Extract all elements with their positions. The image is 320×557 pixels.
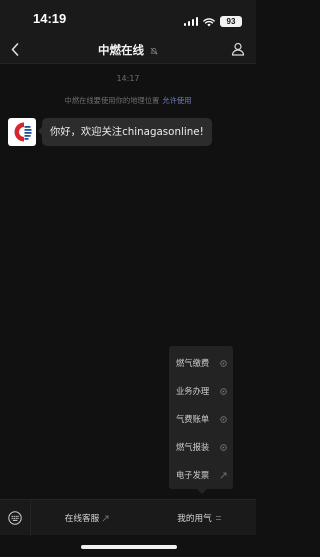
location-notice: 中燃在线要使用你的地理位置 允许使用 (0, 96, 256, 106)
menu-tab-online-service[interactable]: 在线客服 (31, 500, 143, 536)
keyboard-toggle-button[interactable] (7, 510, 23, 526)
profile-icon (231, 42, 245, 56)
message-row: 你好，欢迎关注chinagasonline! (8, 118, 212, 146)
menu-tab-label: 在线客服 (64, 514, 100, 524)
page-title-group: 中燃在线 (0, 42, 256, 58)
bottom-menu-bar: 在线客服 我的用气 (0, 499, 256, 536)
mini-program-icon (220, 443, 227, 451)
mini-program-icon (220, 359, 227, 367)
submenu-item-label: 燃气报装 (176, 442, 210, 452)
profile-button[interactable] (229, 40, 247, 58)
menu-tab-my-gas[interactable]: 我的用气 (143, 500, 256, 536)
signal-icon (183, 17, 198, 26)
location-notice-text: 中燃在线要使用你的地理位置 (64, 96, 160, 105)
mute-bell-icon (150, 47, 158, 55)
submenu-item-gas-bill[interactable]: 气费账单 (169, 405, 233, 433)
nav-bar: 中燃在线 (0, 34, 256, 64)
battery-icon: 93 (220, 16, 242, 27)
message-timestamp: 14:17 (116, 74, 140, 83)
wifi-icon (203, 12, 215, 31)
mini-program-icon (220, 387, 227, 395)
status-time: 14:19 (33, 11, 67, 26)
allow-location-link[interactable]: 允许使用 (162, 96, 191, 105)
submenu-item-label: 业务办理 (176, 386, 210, 396)
keyboard-icon (8, 511, 22, 525)
page-title: 中燃在线 (97, 43, 144, 57)
submenu-popup: 燃气缴费 业务办理 气费账单 燃气报装 电子发票 (169, 346, 233, 494)
china-gas-logo (14, 122, 32, 142)
link-icon (102, 515, 109, 521)
submenu-item-label: 电子发票 (176, 470, 210, 480)
menu-tab-label: 我的用气 (177, 514, 212, 524)
submenu-item-gas-payment[interactable]: 燃气缴费 (169, 349, 233, 377)
submenu-item-label: 燃气缴费 (176, 358, 210, 368)
home-indicator[interactable] (81, 545, 177, 549)
mini-program-icon (220, 415, 227, 423)
avatar[interactable] (8, 118, 36, 146)
status-icons: 93 (183, 12, 242, 31)
submenu-item-business[interactable]: 业务办理 (169, 377, 233, 405)
submenu-item-gas-installation[interactable]: 燃气报装 (169, 433, 233, 461)
status-bar: 14:19 93 (0, 0, 256, 34)
submenu-item-e-invoice[interactable]: 电子发票 (169, 461, 233, 489)
message-bubble[interactable]: 你好，欢迎关注chinagasonline! (38, 118, 212, 146)
submenu-item-label: 气费账单 (176, 414, 210, 424)
menu-lines-icon (215, 516, 221, 520)
link-icon (220, 472, 227, 478)
